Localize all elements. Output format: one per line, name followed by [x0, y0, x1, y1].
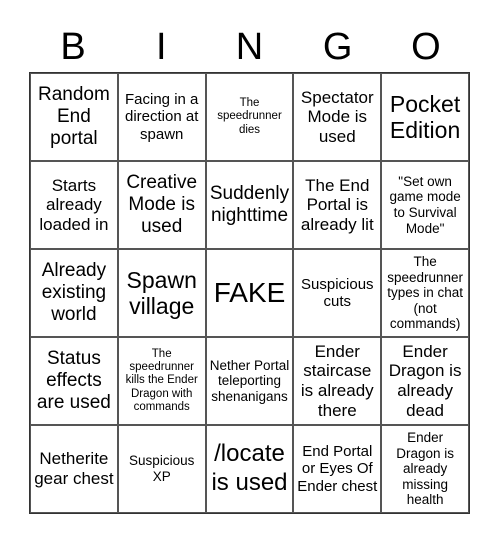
bingo-header: B I N G O: [29, 22, 470, 72]
bingo-cell[interactable]: Spectator Mode is used: [293, 73, 382, 161]
bingo-cell[interactable]: Suspicious XP: [117, 425, 206, 513]
bingo-cell[interactable]: Nether Portal teleporting shenanigans: [205, 337, 294, 425]
bingo-cell[interactable]: Spawn village: [117, 249, 206, 337]
bingo-cell[interactable]: /locate is used: [205, 425, 294, 513]
bingo-cell[interactable]: Random End portal: [30, 73, 118, 161]
bingo-cell[interactable]: Already existing world: [30, 249, 118, 337]
bingo-cell[interactable]: Status effects are used: [30, 337, 118, 425]
bingo-cell[interactable]: The End Portal is already lit: [293, 161, 382, 249]
bingo-cell[interactable]: Suddenly nighttime: [205, 161, 294, 249]
bingo-cell[interactable]: Suspicious cuts: [293, 249, 382, 337]
bingo-cell[interactable]: The speedrunner types in chat (not comma…: [381, 249, 469, 337]
header-letter-i: I: [156, 26, 167, 68]
bingo-cell-free-space[interactable]: FAKE: [205, 249, 294, 337]
header-letter-n: N: [235, 26, 264, 68]
bingo-cell[interactable]: Ender Dragon is already missing health: [381, 425, 469, 513]
header-letter-o: O: [411, 26, 441, 68]
bingo-cell[interactable]: Creative Mode is used: [117, 161, 206, 249]
bingo-cell[interactable]: "Set own game mode to Survival Mode": [381, 161, 469, 249]
header-letter-b: B: [60, 26, 86, 68]
bingo-cell[interactable]: The speedrunner dies: [205, 73, 294, 161]
bingo-cell[interactable]: The speedrunner kills the Ender Dragon w…: [117, 337, 206, 425]
bingo-cell[interactable]: Starts already loaded in: [30, 161, 118, 249]
bingo-grid: Random End portal Facing in a direction …: [29, 72, 470, 514]
bingo-cell[interactable]: Pocket Edition: [381, 73, 469, 161]
bingo-cell[interactable]: Ender staircase is already there: [293, 337, 382, 425]
bingo-cell[interactable]: Netherite gear chest: [30, 425, 118, 513]
bingo-cell[interactable]: Ender Dragon is already dead: [381, 337, 469, 425]
bingo-cell[interactable]: Facing in a direction at spawn: [117, 73, 206, 161]
bingo-cell[interactable]: End Portal or Eyes Of Ender chest: [293, 425, 382, 513]
header-letter-g: G: [322, 26, 353, 68]
